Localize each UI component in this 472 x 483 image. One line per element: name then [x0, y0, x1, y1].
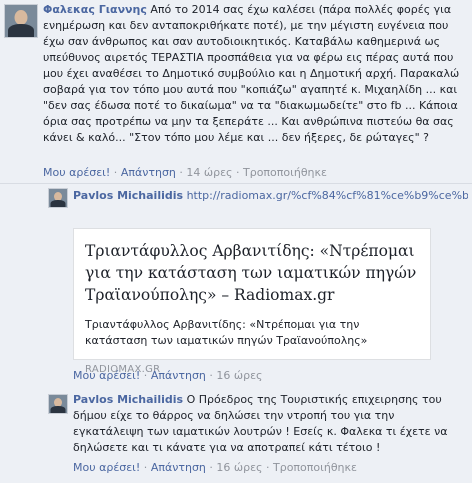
comment-body: Pavlos Michailidis Ο Πρόεδρος της Τουρισ… — [73, 392, 465, 456]
avatar-falekas[interactable] — [4, 4, 38, 38]
link-preview-card[interactable]: Τριαντάφυλλος Αρβανιτίδης: «Ντρέπομαι γι… — [73, 228, 431, 375]
comment-pavlos-link: Pavlos Michailidis http://radiomax.gr/%c… — [0, 184, 472, 384]
comment-actions: Μου αρέσει! · Απάντηση · 16 ώρες — [73, 369, 263, 382]
reply-button[interactable]: Απάντηση — [151, 369, 206, 382]
like-button[interactable]: Μου αρέσει! — [73, 461, 140, 474]
like-button[interactable]: Μου αρέσει! — [43, 166, 110, 179]
comment-timestamp[interactable]: 14 ώρες — [186, 166, 232, 179]
comment-text: Από το 2014 σας έχω καλέσει (πάρα πολλές… — [43, 3, 460, 144]
comment-actions: Μου αρέσει! · Απάντηση · 16 ώρες · Τροπο… — [73, 461, 357, 474]
like-button[interactable]: Μου αρέσει! — [73, 369, 140, 382]
comment-timestamp[interactable]: 16 ώρες — [216, 461, 262, 474]
comment-body: Pavlos Michailidis http://radiomax.gr/%c… — [73, 188, 468, 204]
shared-link[interactable]: http://radiomax.gr/%cf%84%cf%81%ce%b9%ce… — [187, 189, 468, 202]
reply-button[interactable]: Απάντηση — [151, 461, 206, 474]
comment-falekas: Φαλεκας Γιαννης Από το 2014 σας έχω καλέ… — [0, 0, 472, 183]
avatar-pavlos[interactable] — [48, 188, 68, 208]
comment-pavlos-reply: Pavlos Michailidis Ο Πρόεδρος της Τουρισ… — [0, 390, 472, 483]
comment-author[interactable]: Pavlos Michailidis — [73, 189, 183, 202]
comment-actions: Μου αρέσει! · Απάντηση · 14 ώρες · Τροπο… — [43, 166, 327, 179]
comment-author[interactable]: Pavlos Michailidis — [73, 393, 183, 406]
link-preview-description: Τριαντάφυλλος Αρβανιτίδης: «Ντρέπομαι γι… — [85, 318, 368, 347]
comment-timestamp[interactable]: 16 ώρες — [216, 369, 262, 382]
comment-body: Φαλεκας Γιαννης Από το 2014 σας έχω καλέ… — [43, 2, 465, 146]
reply-button[interactable]: Απάντηση — [121, 166, 176, 179]
edited-label[interactable]: Τροποποιήθηκε — [273, 461, 357, 474]
link-preview-title[interactable]: Τριαντάφυλλος Αρβανιτίδης: «Ντρέπομαι γι… — [85, 240, 420, 306]
comment-author[interactable]: Φαλεκας Γιαννης — [43, 3, 147, 16]
edited-label[interactable]: Τροποποιήθηκε — [243, 166, 327, 179]
avatar-pavlos[interactable] — [48, 394, 68, 414]
